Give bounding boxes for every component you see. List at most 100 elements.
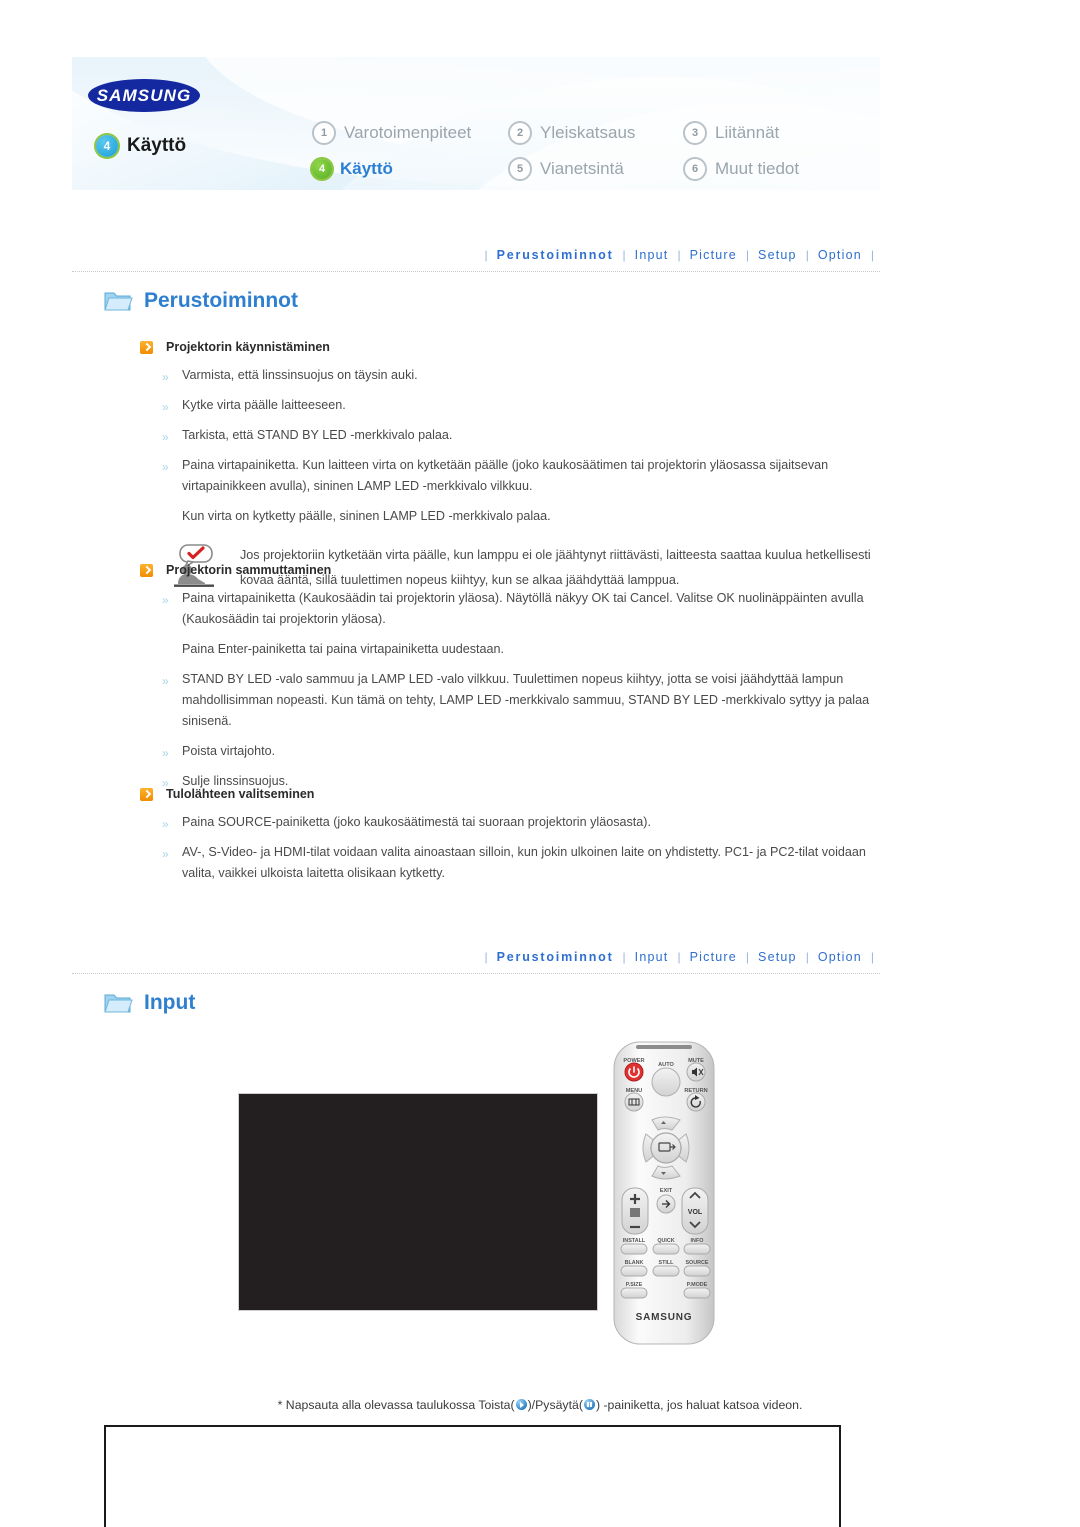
footnote-middle: )/Pysäytä( xyxy=(527,1398,583,1412)
list-item: » STAND BY LED -valo sammuu ja LAMP LED -… xyxy=(160,669,900,732)
list-item-text: Tarkista, että STAND BY LED -merkkivalo … xyxy=(182,428,453,442)
list-item: » Paina virtapainiketta. Kun laitteen vir… xyxy=(160,455,900,497)
chapter-nav: 1 Varotoimenpiteet 2 Yleiskatsaus 3 Liit… xyxy=(312,115,858,187)
list-item: » Paina virtapainiketta (Kaukosäädin tai … xyxy=(160,588,900,630)
chapter-link-4[interactable]: 4 Käyttö xyxy=(312,159,508,179)
list-item-text: AV-, S-Video- ja HDMI-tilat voidaan vali… xyxy=(182,845,866,880)
chapter-label-1: Varotoimenpiteet xyxy=(344,123,472,142)
chapter-badge-3: 3 xyxy=(683,121,707,145)
remote-label-vol: VOL xyxy=(688,1209,703,1216)
chapter-label-6: Muut tiedot xyxy=(715,159,800,178)
group-heading: Tulolähteen valitseminen xyxy=(166,787,315,801)
chapter-link-3[interactable]: 3 Liitännät xyxy=(683,121,858,145)
video-table xyxy=(104,1425,841,1527)
double-chevron-icon: » xyxy=(162,430,169,444)
double-chevron-icon: » xyxy=(162,674,169,688)
breadcrumb-item-picture[interactable]: Picture xyxy=(681,950,746,964)
remote-label-still: STILL xyxy=(659,1260,675,1266)
breadcrumb-item-setup[interactable]: Setup xyxy=(749,248,806,262)
section-title-input: Input xyxy=(103,990,195,1015)
breadcrumb-item-option[interactable]: Option xyxy=(809,950,871,964)
breadcrumb-item-input[interactable]: Input xyxy=(626,950,678,964)
paragraph: Paina Enter-painiketta tai paina virtapa… xyxy=(182,642,505,656)
list-item: » Varmista, että linssinsuojus on täysin … xyxy=(160,365,900,386)
breadcrumb-item-perustoiminnot[interactable]: Perustoiminnot xyxy=(488,950,623,964)
list-item: » Poista virtajohto. xyxy=(160,741,900,762)
chapter-label-3: Liitännät xyxy=(715,123,780,142)
section-title-perustoiminnot: Perustoiminnot xyxy=(103,288,298,313)
breadcrumb-item-option[interactable]: Option xyxy=(809,248,871,262)
double-chevron-icon: » xyxy=(162,847,169,861)
list-item-text: Poista virtajohto. xyxy=(182,744,276,758)
group-heading: Projektorin sammuttaminen xyxy=(166,563,332,577)
chapter-label-2: Yleiskatsaus xyxy=(540,123,636,142)
chapter-badge-1: 1 xyxy=(312,121,336,145)
double-chevron-icon: » xyxy=(162,746,169,760)
footnote-suffix: ) -painiketta, jos haluat katsoa videon. xyxy=(595,1398,803,1412)
chapter-label-5: Vianetsintä xyxy=(540,159,624,178)
remote-label-blank: BLANK xyxy=(625,1260,644,1266)
remote-label-quick: QUICK xyxy=(657,1238,674,1244)
chapter-badge-4: 4 xyxy=(312,159,332,179)
footnote-prefix: * Napsauta alla olevassa taulukossa Tois… xyxy=(277,1398,515,1412)
remote-label-pmode: P.MODE xyxy=(687,1282,708,1288)
list-item: » Tarkista, että STAND BY LED -merkkivalo… xyxy=(160,425,900,446)
play-icon[interactable] xyxy=(515,1399,527,1410)
breadcrumb-separator: | xyxy=(870,248,874,262)
video-player-panel[interactable] xyxy=(238,1093,598,1311)
chapter-link-1[interactable]: 1 Varotoimenpiteet xyxy=(312,121,508,145)
breadcrumb-item-input[interactable]: Input xyxy=(626,248,678,262)
section-title-text: Input xyxy=(144,990,196,1014)
list-item-text: Varmista, että linssinsuojus on täysin a… xyxy=(182,368,418,382)
group-heading-row: Projektorin sammuttaminen xyxy=(140,563,900,577)
group-heading-row: Tulolähteen valitseminen xyxy=(140,787,900,801)
breadcrumb-item-perustoiminnot[interactable]: Perustoiminnot xyxy=(488,248,623,262)
group-projektorin-kaynnistaminen: Projektorin käynnistäminen » Varmista, et… xyxy=(140,340,900,593)
list-item-text: Paina virtapainiketta (Kaukosäädin tai p… xyxy=(182,591,864,626)
list-item: » Paina SOURCE-painiketta (joko kaukosäät… xyxy=(160,812,900,833)
current-chapter-number: 4 xyxy=(96,135,118,157)
breadcrumb-bottom: | Perustoiminnot | Input | Picture | Set… xyxy=(72,948,880,974)
list-item-text: STAND BY LED -valo sammuu ja LAMP LED -v… xyxy=(182,672,870,728)
remote-label-auto: AUTO xyxy=(658,1062,674,1068)
chapter-label-4: Käyttö xyxy=(340,159,393,178)
breadcrumb-item-setup[interactable]: Setup xyxy=(749,950,806,964)
chapter-badge-5: 5 xyxy=(508,157,532,181)
remote-control-svg: POWER AUTO MUTE MENU RETURN EXIT VOL INS… xyxy=(613,1041,715,1345)
current-chapter: 4 Käyttö xyxy=(96,135,186,157)
chapter-link-6[interactable]: 6 Muut tiedot xyxy=(683,157,858,181)
list-item: » AV-, S-Video- ja HDMI-tilat voidaan val… xyxy=(160,842,900,884)
list-item-text: Sulje linssinsuojus. xyxy=(182,774,289,788)
chapter-link-5[interactable]: 5 Vianetsintä xyxy=(508,157,683,181)
remote-label-source: SOURCE xyxy=(685,1260,708,1266)
chapter-link-2[interactable]: 2 Yleiskatsaus xyxy=(508,121,683,145)
breadcrumb-item-picture[interactable]: Picture xyxy=(681,248,746,262)
list-item: » Kytke virta päälle laitteeseen. xyxy=(160,395,900,416)
paragraph: Kun virta on kytketty päälle, sininen LA… xyxy=(182,509,551,523)
breadcrumb-top: | Perustoiminnot | Input | Picture | Set… xyxy=(72,246,880,272)
chapter-badge-2: 2 xyxy=(508,121,532,145)
folder-icon xyxy=(104,292,133,311)
double-chevron-icon: » xyxy=(162,370,169,384)
pause-icon[interactable] xyxy=(583,1399,595,1410)
group-heading: Projektorin käynnistäminen xyxy=(166,340,330,354)
remote-label-install: INSTALL xyxy=(623,1238,646,1244)
chevron-right-icon xyxy=(140,563,153,577)
list-item-text: Kytke virta päälle laitteeseen. xyxy=(182,398,346,412)
remote-label-exit: EXIT xyxy=(660,1188,673,1194)
section-title-text: Perustoiminnot xyxy=(144,288,299,312)
chapter-badge-6: 6 xyxy=(683,157,707,181)
samsung-logo: SAMSUNG xyxy=(88,79,200,112)
page-header: SAMSUNG 4 Käyttö 1 Varotoimenpiteet 2 Yl… xyxy=(72,57,880,190)
remote-label-info: INFO xyxy=(691,1238,704,1244)
list-item-text: Paina SOURCE-painiketta (joko kaukosääti… xyxy=(182,815,651,829)
list-item-text: Paina virtapainiketta. Kun laitteen virt… xyxy=(182,458,829,493)
breadcrumb-separator: | xyxy=(870,950,874,964)
group-tulolahteen-valitseminen: Tulolähteen valitseminen » Paina SOURCE-p… xyxy=(140,787,900,893)
folder-icon xyxy=(104,994,133,1013)
group-projektorin-sammuttaminen: Projektorin sammuttaminen » Paina virtapa… xyxy=(140,563,900,801)
group-heading-row: Projektorin käynnistäminen xyxy=(140,340,900,354)
double-chevron-icon: » xyxy=(162,400,169,414)
chevron-right-icon xyxy=(140,340,153,354)
remote-brand: SAMSUNG xyxy=(636,1312,693,1323)
